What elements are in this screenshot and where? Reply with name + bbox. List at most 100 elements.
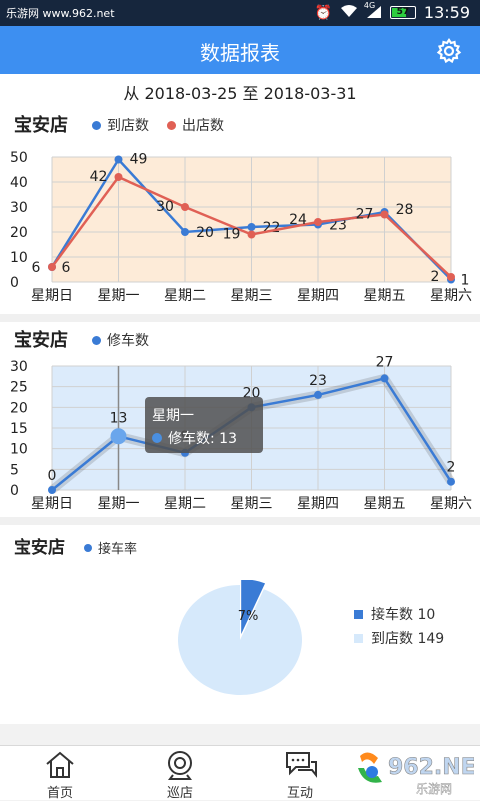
x-tick-label: 星期六 xyxy=(430,496,472,512)
y-tick-label: 10 xyxy=(10,442,28,458)
data-label: 27 xyxy=(356,207,374,223)
app-bar: 数据报表 xyxy=(0,26,480,74)
pie-slice xyxy=(178,585,302,695)
data-point xyxy=(110,428,127,445)
pie-center-label: 7% xyxy=(238,609,259,624)
x-tick-label: 星期四 xyxy=(297,288,339,304)
alarm-icon: ⏰ xyxy=(314,4,332,21)
chart1-legend[interactable]: 到店数 出店数 xyxy=(92,115,224,135)
tab-label: 互动 xyxy=(286,786,313,801)
status-time: 13:59 xyxy=(423,3,470,22)
legend-label: 修车数 xyxy=(107,333,149,349)
data-point xyxy=(48,486,56,494)
y-tick-label: 30 xyxy=(10,200,28,216)
data-point xyxy=(314,218,322,226)
chart3-title: 宝安店 xyxy=(14,538,65,558)
battery-level: 57 xyxy=(396,7,410,17)
y-tick-label: 0 xyxy=(10,483,19,499)
date-range: 从 2018-03-25 至 2018-03-31 xyxy=(123,84,357,103)
network-type: 4G xyxy=(363,0,376,10)
data-point xyxy=(380,210,389,219)
legend-label: 出店数 xyxy=(182,118,224,134)
legend-square-blue xyxy=(354,609,363,619)
legend-square-light xyxy=(354,633,363,643)
pie-legend-item[interactable]: 到店数 149 xyxy=(354,628,444,648)
x-tick-label: 星期一 xyxy=(98,288,140,304)
tab-label: 首页 xyxy=(46,786,73,801)
data-point xyxy=(48,263,56,271)
data-label: 19 xyxy=(223,227,241,243)
tab-label: 巡店 xyxy=(166,786,193,801)
x-tick-label: 星期三 xyxy=(231,288,273,304)
chat-icon xyxy=(286,752,317,778)
chart2-title: 宝安店 xyxy=(14,330,68,351)
battery-icon: 57 xyxy=(389,6,416,19)
wifi-icon xyxy=(340,4,358,22)
data-label: 22 xyxy=(263,220,281,236)
divider xyxy=(0,517,480,525)
y-tick-label: 5 xyxy=(10,462,19,478)
chart3-pie-chart[interactable]: 7% xyxy=(170,580,330,720)
y-tick-label: 30 xyxy=(10,359,28,375)
data-point xyxy=(114,173,123,181)
data-label: 0 xyxy=(48,468,57,484)
data-point xyxy=(247,230,256,239)
y-tick-label: 50 xyxy=(10,150,28,166)
chart3-legend[interactable]: 接车率 xyxy=(84,538,137,557)
data-label: 2 xyxy=(431,269,440,285)
data-label: 1 xyxy=(461,273,470,289)
x-tick-label: 星期一 xyxy=(98,496,140,512)
data-label: 6 xyxy=(32,260,41,276)
data-label: 20 xyxy=(196,225,214,241)
data-point xyxy=(247,223,256,231)
x-tick-label: 星期四 xyxy=(297,496,339,512)
tooltip-dot xyxy=(152,433,162,443)
data-point xyxy=(181,228,189,236)
data-point xyxy=(114,155,123,164)
chart1-line-chart[interactable]: 01020304050星期日 星期一 星期二 星期三 星期四 星期五 星期六64920 22 2… xyxy=(0,140,480,320)
legend-dot-red xyxy=(167,120,176,130)
data-point xyxy=(447,477,455,486)
tab-patrol[interactable]: 巡店 xyxy=(140,746,220,801)
x-tick-label: 星期五 xyxy=(364,496,406,512)
pie-legend-item[interactable]: 接车数 10 xyxy=(354,604,435,624)
pie-legend-label: 接车数 10 xyxy=(371,607,436,623)
tooltip-value: 修车数: 13 xyxy=(168,431,237,447)
data-label: 13 xyxy=(110,410,128,426)
x-tick-label: 星期三 xyxy=(231,496,273,512)
x-tick-label: 星期六 xyxy=(430,288,472,304)
data-label: 6 xyxy=(62,260,71,276)
data-label: 28 xyxy=(396,202,414,218)
status-bar: 乐游网 www.962.net ⏰ 4G 57 13:59 xyxy=(0,0,480,26)
data-point xyxy=(314,390,322,399)
chart1-title: 宝安店 xyxy=(14,115,68,136)
data-label: 23 xyxy=(309,373,327,389)
tab-interaction[interactable]: 互动 xyxy=(260,746,340,801)
watermark-logo: 962.NET 乐游网 xyxy=(358,752,474,796)
legend-label: 接车率 xyxy=(98,542,138,557)
data-label: 42 xyxy=(90,169,108,185)
y-tick-label: 25 xyxy=(10,380,28,396)
chart2-legend[interactable]: 修车数 xyxy=(92,330,149,350)
watermark-subtext: 乐游网 xyxy=(416,782,452,796)
y-tick-label: 10 xyxy=(10,250,28,266)
tab-home[interactable]: 首页 xyxy=(20,746,100,801)
x-tick-label: 星期二 xyxy=(164,496,206,512)
y-tick-label: 15 xyxy=(10,421,28,437)
x-tick-label: 星期日 xyxy=(31,496,73,512)
page-title: 数据报表 xyxy=(200,41,280,65)
status-watermark-text: 乐游网 www.962.net xyxy=(6,7,115,20)
tooltip-title: 星期一 xyxy=(152,408,194,424)
data-label: 24 xyxy=(289,212,307,228)
data-label: 49 xyxy=(130,152,148,168)
y-tick-label: 20 xyxy=(10,225,28,241)
data-label: 30 xyxy=(156,199,174,215)
data-label: 27 xyxy=(376,354,394,370)
data-point xyxy=(181,203,189,211)
signal-icon: 4G xyxy=(364,1,382,21)
bottom-gap xyxy=(0,724,480,745)
gear-icon[interactable] xyxy=(436,38,462,64)
x-tick-label: 星期日 xyxy=(31,288,73,304)
legend-label: 到店数 xyxy=(107,118,149,134)
divider xyxy=(0,314,480,322)
